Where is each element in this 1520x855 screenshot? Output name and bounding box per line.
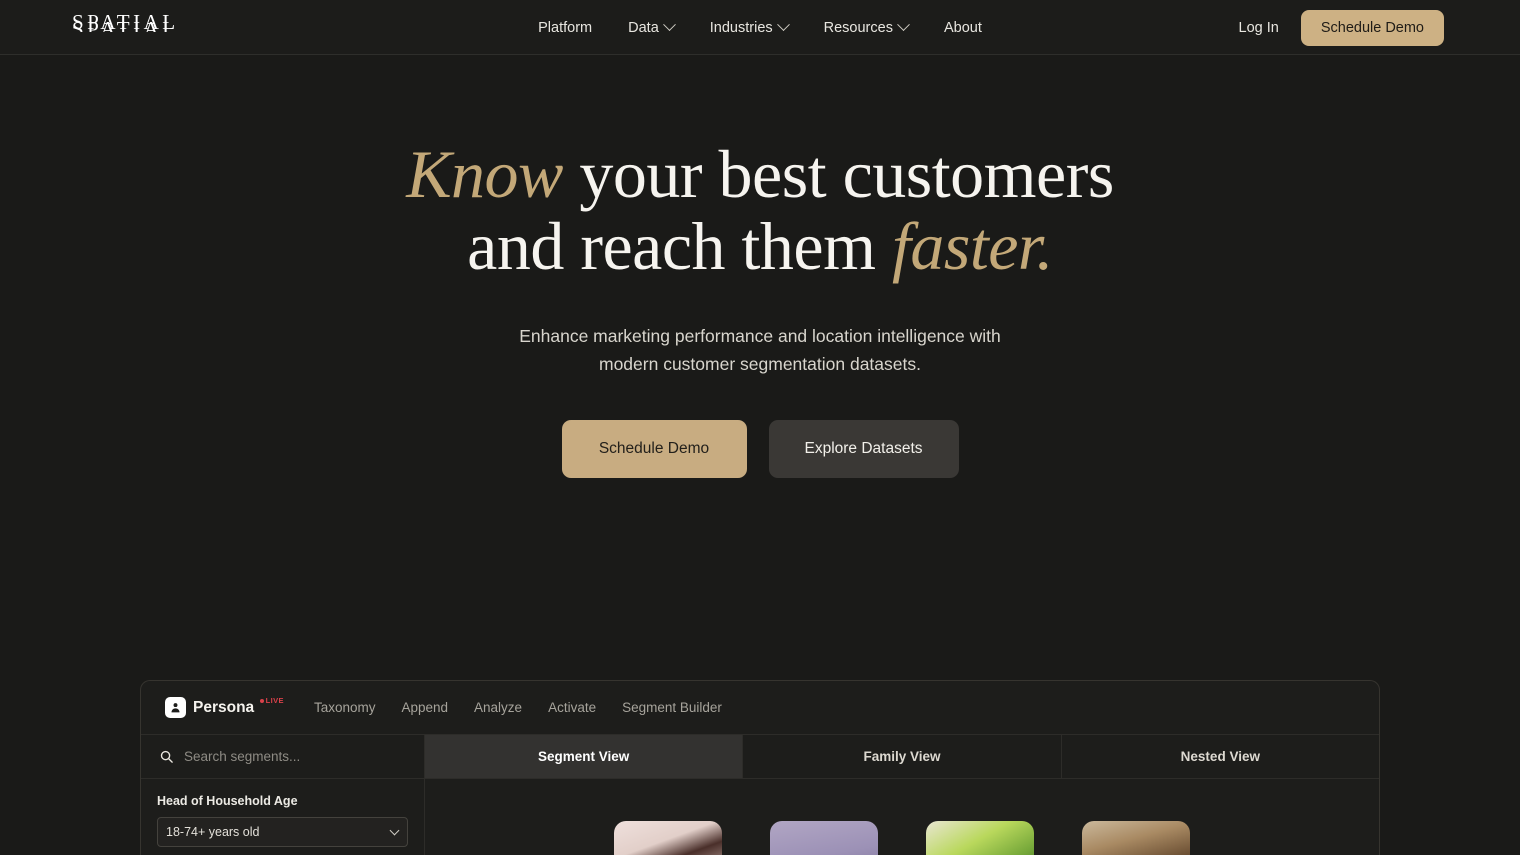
nav-item-platform-label: Platform — [538, 19, 593, 36]
segment-card-2[interactable] — [770, 821, 878, 855]
nav-item-about[interactable]: About — [944, 20, 982, 36]
hero-schedule-demo-button[interactable]: Schedule Demo — [561, 420, 747, 479]
segment-card-grid — [425, 779, 1379, 855]
hero-headline-accent-faster: faster. — [891, 208, 1053, 285]
segment-card-4-thumbnail — [1082, 821, 1190, 855]
nav-item-resources-label: Resources — [823, 19, 893, 36]
search-icon — [159, 749, 174, 764]
nav-item-about-label: About — [943, 19, 982, 36]
live-badge: LIVE — [260, 696, 284, 705]
filter-label-head-of-household-age: Head of Household Age — [157, 794, 298, 808]
segment-card-3[interactable] — [926, 821, 1034, 855]
segment-card-1[interactable] — [614, 821, 722, 855]
filter-select-wrap: 18-74+ years old — [157, 817, 408, 847]
chevron-down-icon — [662, 18, 676, 32]
nav-item-resources[interactable]: Resources — [823, 18, 910, 36]
tab-nested-view[interactable]: Nested View — [1061, 735, 1379, 779]
app-subbar: Segment View Family View Nested View — [141, 735, 1379, 779]
hero-headline-line1: your best customers — [562, 136, 1114, 212]
app-header: Persona LIVE Taxonomy Append Analyze Act… — [141, 681, 1379, 735]
person-icon — [165, 697, 186, 718]
search-input[interactable] — [184, 749, 424, 764]
live-badge-label: LIVE — [265, 696, 284, 705]
live-dot-icon — [260, 698, 265, 703]
page-root: SPATIAL SPATIAL Platform Data Industries… — [0, 0, 1520, 855]
nav-item-platform[interactable]: Platform — [538, 20, 592, 36]
hero-explore-datasets-button[interactable]: Explore Datasets — [768, 420, 959, 479]
hero-subtitle-line1: Enhance marketing performance and locati… — [519, 326, 1001, 347]
app-nav-taxonomy[interactable]: Taxonomy — [314, 700, 376, 715]
segment-card-3-thumbnail — [926, 821, 1034, 855]
app-nav-segment-builder[interactable]: Segment Builder — [622, 700, 722, 715]
persona-product-name: Persona — [193, 699, 255, 716]
hero-headline: Know your best customers and reach them … — [0, 138, 1520, 282]
head-of-household-age-select[interactable]: 18-74+ years old — [157, 817, 408, 847]
tab-family-view[interactable]: Family View — [743, 735, 1062, 779]
chevron-down-icon — [897, 18, 910, 32]
nav-schedule-demo-button[interactable]: Schedule Demo — [1300, 9, 1444, 46]
hero-headline-line2: and reach them — [467, 208, 892, 285]
login-link[interactable]: Log In — [1239, 20, 1279, 36]
app-preview-panel: Persona LIVE Taxonomy Append Analyze Act… — [140, 680, 1380, 855]
app-navigation: Taxonomy Append Analyze Activate Segment… — [314, 700, 722, 715]
chevron-down-icon — [776, 18, 790, 32]
tab-family-view-label: Family View — [863, 749, 941, 764]
nav-item-data[interactable]: Data — [628, 18, 676, 36]
tab-segment-view-label: Segment View — [538, 749, 630, 764]
tab-segment-view[interactable]: Segment View — [425, 735, 744, 779]
filter-sidebar: Head of Household Age 18-74+ years old — [141, 779, 425, 855]
app-nav-activate[interactable]: Activate — [548, 700, 596, 715]
hero-headline-accent-know: Know — [406, 136, 563, 212]
hero-subtitle-line2: modern customer segmentation datasets. — [599, 353, 921, 374]
segment-search-cell — [141, 735, 425, 779]
app-nav-append[interactable]: Append — [401, 700, 448, 715]
top-navigation-bar: SPATIAL SPATIAL Platform Data Industries… — [0, 0, 1520, 55]
app-body: Head of Household Age 18-74+ years old — [141, 779, 1379, 855]
nav-item-industries-label: Industries — [709, 19, 773, 36]
app-nav-analyze[interactable]: Analyze — [474, 700, 522, 715]
segment-card-1-thumbnail — [614, 821, 722, 855]
hero-cta-group: Schedule Demo Explore Datasets — [0, 420, 1520, 479]
view-tab-group: Segment View Family View Nested View — [425, 735, 1379, 779]
segment-card-4[interactable] — [1082, 821, 1190, 855]
segment-card-2-thumbnail — [770, 821, 878, 855]
hero-subtitle: Enhance marketing performance and locati… — [0, 323, 1520, 378]
nav-actions: Log In Schedule Demo — [1239, 0, 1444, 55]
nav-item-data-label: Data — [628, 19, 659, 36]
tab-nested-view-label: Nested View — [1180, 749, 1260, 764]
nav-item-industries[interactable]: Industries — [709, 18, 790, 36]
hero-section: Know your best customers and reach them … — [0, 55, 1520, 479]
persona-logo[interactable]: Persona LIVE — [165, 696, 284, 718]
